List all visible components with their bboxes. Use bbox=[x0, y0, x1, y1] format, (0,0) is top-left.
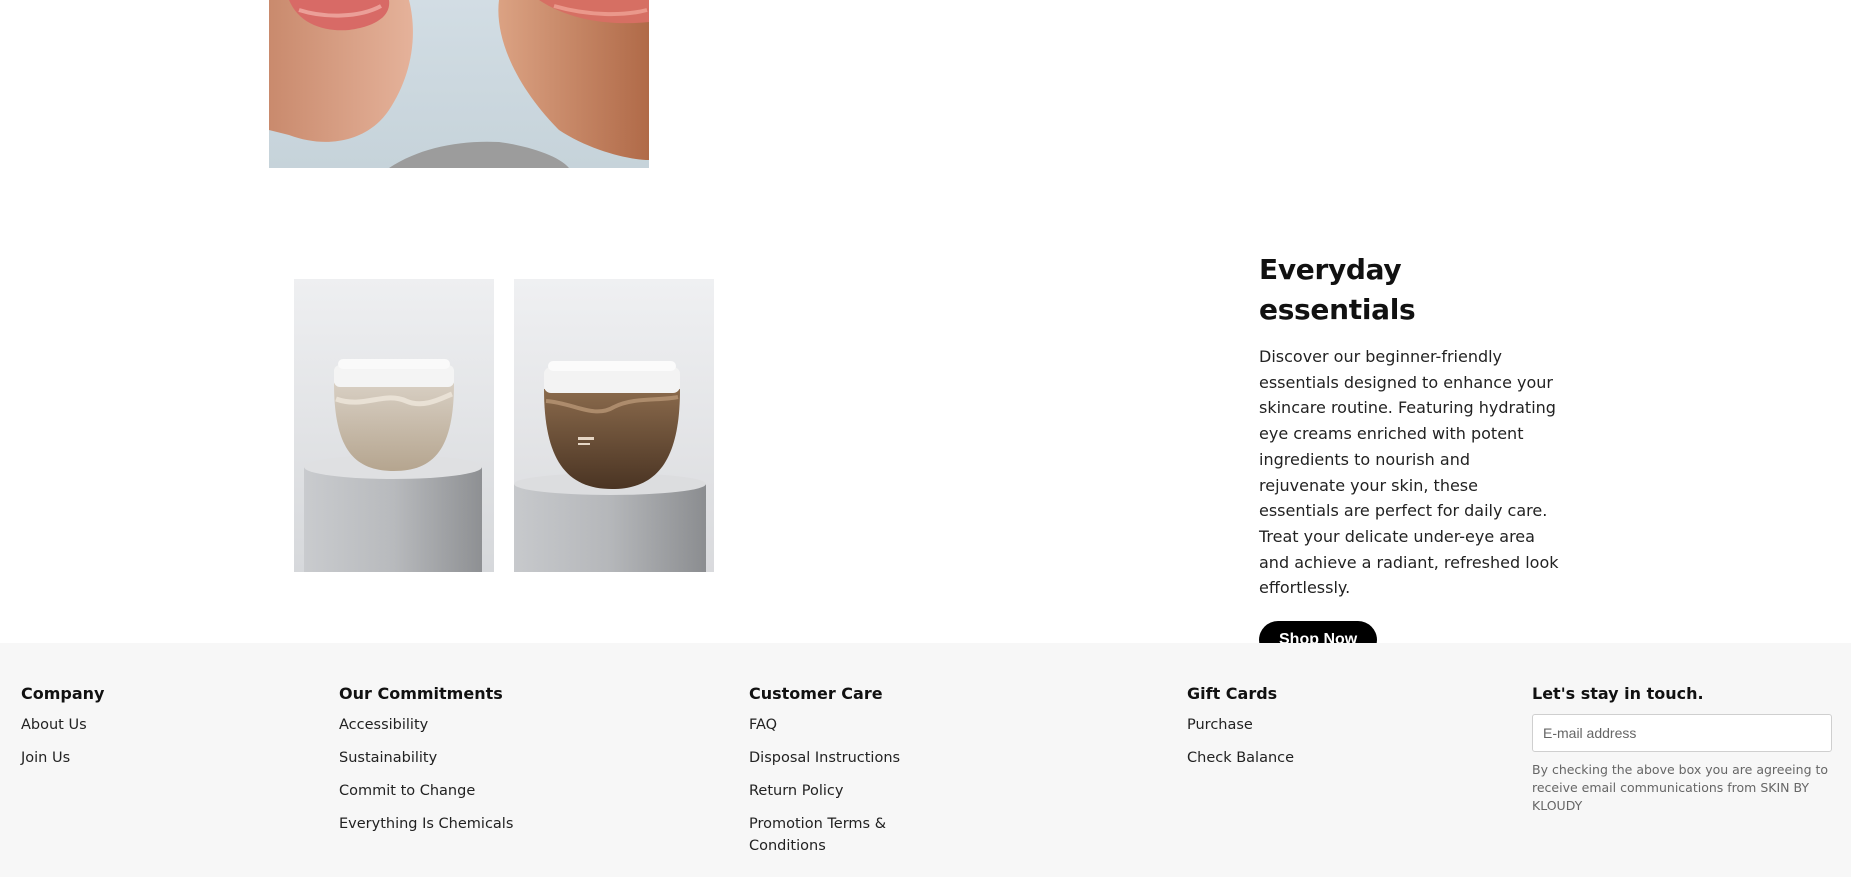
footer-company-column: Company About Us Join Us bbox=[21, 683, 104, 780]
footer-link-accessibility[interactable]: Accessibility bbox=[339, 714, 513, 736]
footer-commitments-heading: Our Commitments bbox=[339, 684, 503, 703]
essentials-description: Discover our beginner-friendly essential… bbox=[1259, 347, 1559, 598]
footer-link-everything-is-chemicals[interactable]: Everything Is Chemicals bbox=[339, 813, 513, 835]
page: Everyday essentials Discover our beginne… bbox=[0, 0, 1851, 877]
footer-gift-cards-column: Gift Cards Purchase Check Balance bbox=[1187, 683, 1294, 780]
footer-link-promotion-terms[interactable]: Promotion Terms & Conditions bbox=[749, 813, 939, 857]
footer-customer-care-heading: Customer Care bbox=[749, 684, 883, 703]
footer-customer-care-column: Customer Care FAQ Disposal Instructions … bbox=[749, 683, 939, 868]
footer-link-disposal-instructions[interactable]: Disposal Instructions bbox=[749, 747, 939, 769]
footer-link-join-us[interactable]: Join Us bbox=[21, 747, 104, 769]
lips-closeup-image bbox=[269, 0, 649, 168]
footer-commitments-column: Our Commitments Accessibility Sustainabi… bbox=[339, 683, 513, 846]
footer-company-heading: Company bbox=[21, 684, 105, 703]
footer-link-return-policy[interactable]: Return Policy bbox=[749, 780, 939, 802]
footer-newsletter-column: Let's stay in touch. By checking the abo… bbox=[1532, 683, 1832, 815]
footer-link-faq[interactable]: FAQ bbox=[749, 714, 939, 736]
light-cream-jar-image[interactable] bbox=[294, 279, 494, 572]
footer-gift-cards-heading: Gift Cards bbox=[1187, 684, 1278, 703]
footer-link-sustainability[interactable]: Sustainability bbox=[339, 747, 513, 769]
essentials-section: Everyday essentials Discover our beginne… bbox=[1259, 250, 1559, 660]
footer-link-check-balance[interactable]: Check Balance bbox=[1187, 747, 1294, 769]
newsletter-consent-note: By checking the above box you are agreei… bbox=[1532, 762, 1829, 813]
email-field[interactable] bbox=[1532, 714, 1832, 752]
footer-link-about-us[interactable]: About Us bbox=[21, 714, 104, 736]
dark-cream-jar-image[interactable] bbox=[514, 279, 714, 572]
site-footer: Company About Us Join Us Our Commitments… bbox=[0, 643, 1851, 877]
footer-link-purchase[interactable]: Purchase bbox=[1187, 714, 1294, 736]
footer-link-commit-to-change[interactable]: Commit to Change bbox=[339, 780, 513, 802]
essentials-title: Everyday essentials bbox=[1259, 253, 1416, 326]
footer-newsletter-heading: Let's stay in touch. bbox=[1532, 684, 1704, 703]
